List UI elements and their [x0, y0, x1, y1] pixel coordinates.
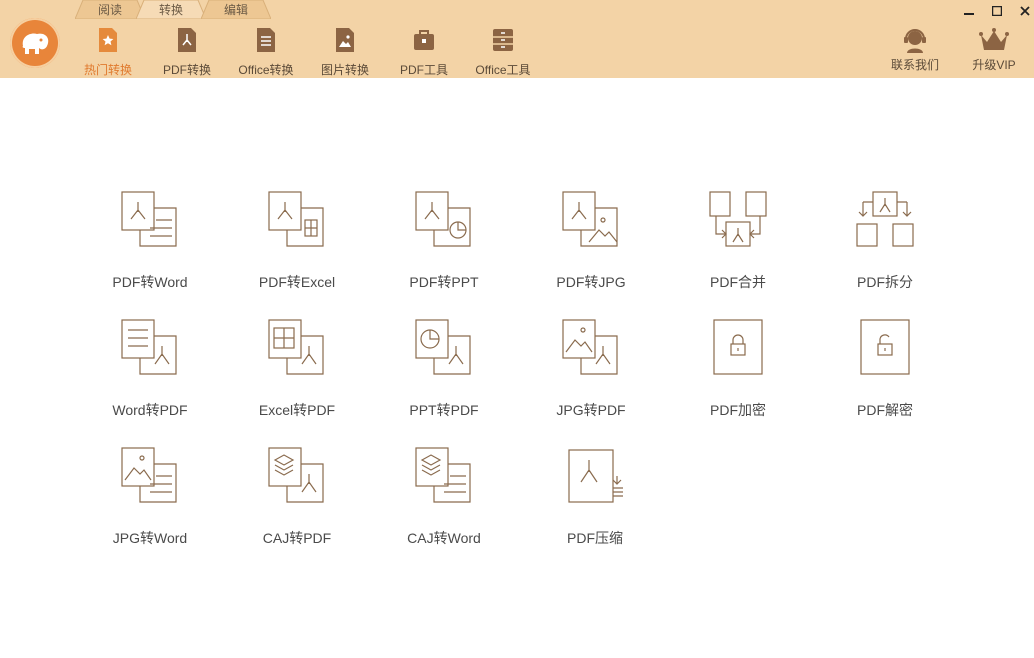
feature-label: CAJ转PDF [262, 530, 332, 546]
ppt-to-pdf-icon [415, 319, 471, 375]
cabinet-icon [493, 29, 513, 51]
feature-pdf-to-jpg[interactable]: PDF转JPG [536, 190, 646, 292]
pdf-split-icon [856, 191, 914, 247]
toolbox-icon [414, 30, 434, 50]
feature-label: PDF解密 [857, 402, 913, 418]
close-icon [1020, 6, 1030, 16]
feature-label: PDF转PPT [409, 274, 479, 290]
pdf-compress-icon [568, 449, 623, 503]
feature-excel-to-pdf[interactable]: Excel转PDF [242, 318, 352, 420]
jpg-to-pdf-icon [562, 319, 618, 375]
tool-label: Office转换 [238, 63, 294, 77]
headset-icon [904, 29, 926, 53]
tool-label: PDF工具 [399, 63, 448, 77]
tool-office-tools[interactable]: Office工具 [463, 26, 543, 78]
unlock-doc-icon [860, 319, 910, 375]
app-logo [10, 18, 60, 68]
feature-pdf-compress[interactable]: PDF压缩 [540, 446, 650, 548]
feature-label: JPG转PDF [556, 402, 626, 418]
maximize-button[interactable] [988, 2, 1006, 20]
feature-pdf-to-word[interactable]: PDF转Word [95, 190, 205, 292]
tab-label: 编辑 [223, 3, 248, 17]
tab-label: 转换 [158, 3, 183, 17]
feature-label: Excel转PDF [258, 402, 336, 418]
feature-caj-to-pdf[interactable]: CAJ转PDF [242, 446, 352, 548]
jpg-to-word-icon [121, 447, 177, 503]
pdf-doc-icon [178, 28, 196, 52]
minimize-button[interactable] [960, 2, 978, 20]
tab-read[interactable]: 阅读 [75, 0, 145, 19]
tool-office-convert[interactable]: Office转换 [226, 26, 306, 78]
caj-to-pdf-icon [268, 447, 324, 503]
feature-label: PDF合并 [710, 274, 766, 290]
elephant-icon [22, 33, 49, 54]
feature-label: Word转PDF [112, 402, 188, 418]
pdf-to-excel-icon [268, 191, 324, 247]
pdf-to-jpg-icon [562, 191, 618, 247]
upgrade-vip-button[interactable]: 升级VIP [964, 26, 1024, 73]
word-to-pdf-icon [121, 319, 177, 375]
tab-convert[interactable]: 转换 [136, 0, 206, 19]
tool-hot-convert[interactable]: 热门转换 [68, 26, 148, 78]
feature-jpg-to-word[interactable]: JPG转Word [95, 446, 205, 548]
tool-pdf-convert[interactable]: PDF转换 [147, 26, 227, 78]
feature-pdf-merge[interactable]: PDF合并 [683, 190, 793, 292]
top-toolbar: 阅读 转换 编辑 热门转换 PDF转换 Office转换 图片转换 PDF工具 … [0, 0, 1034, 78]
feature-pdf-encrypt[interactable]: PDF加密 [683, 318, 793, 420]
contact-us-button[interactable]: 联系我们 [885, 26, 945, 73]
star-doc-icon [99, 28, 117, 52]
excel-to-pdf-icon [268, 319, 324, 375]
office-doc-icon [257, 28, 275, 52]
crown-icon [979, 28, 1009, 50]
caj-to-word-icon [415, 447, 471, 503]
feature-label: PPT转PDF [409, 402, 479, 418]
tool-label: PDF转换 [162, 63, 211, 77]
feature-caj-to-word[interactable]: CAJ转Word [389, 446, 499, 548]
tool-label: Office工具 [475, 63, 531, 77]
pdf-to-ppt-icon [415, 191, 471, 247]
feature-jpg-to-pdf[interactable]: JPG转PDF [536, 318, 646, 420]
tab-label: 阅读 [97, 3, 122, 17]
feature-pdf-to-ppt[interactable]: PDF转PPT [389, 190, 499, 292]
tool-label: 热门转换 [83, 63, 132, 77]
feature-label: PDF压缩 [567, 530, 623, 546]
feature-pdf-split[interactable]: PDF拆分 [830, 190, 940, 292]
tab-edit[interactable]: 编辑 [201, 0, 271, 19]
feature-label: PDF转Excel [258, 274, 336, 290]
feature-label: PDF拆分 [857, 274, 913, 290]
lock-doc-icon [713, 319, 763, 375]
pdf-to-word-icon [121, 191, 177, 247]
image-doc-icon [336, 28, 354, 52]
feature-label: PDF转JPG [556, 274, 626, 290]
minimize-icon [964, 13, 974, 15]
feature-pdf-decrypt[interactable]: PDF解密 [830, 318, 940, 420]
feature-ppt-to-pdf[interactable]: PPT转PDF [389, 318, 499, 420]
tool-label: 图片转换 [320, 63, 369, 77]
maximize-icon [992, 6, 1002, 16]
upgrade-vip-label: 升级VIP [972, 58, 1016, 72]
feature-pdf-to-excel[interactable]: PDF转Excel [242, 190, 352, 292]
feature-label: CAJ转Word [407, 530, 481, 546]
close-button[interactable] [1016, 2, 1034, 20]
feature-label: PDF转Word [112, 274, 188, 290]
feature-label: PDF加密 [710, 402, 766, 418]
pdf-merge-icon [709, 191, 767, 247]
tool-image-convert[interactable]: 图片转换 [305, 26, 385, 78]
feature-word-to-pdf[interactable]: Word转PDF [95, 318, 205, 420]
tool-pdf-tools[interactable]: PDF工具 [384, 26, 464, 78]
contact-us-label: 联系我们 [890, 58, 939, 72]
feature-label: JPG转Word [112, 530, 188, 546]
